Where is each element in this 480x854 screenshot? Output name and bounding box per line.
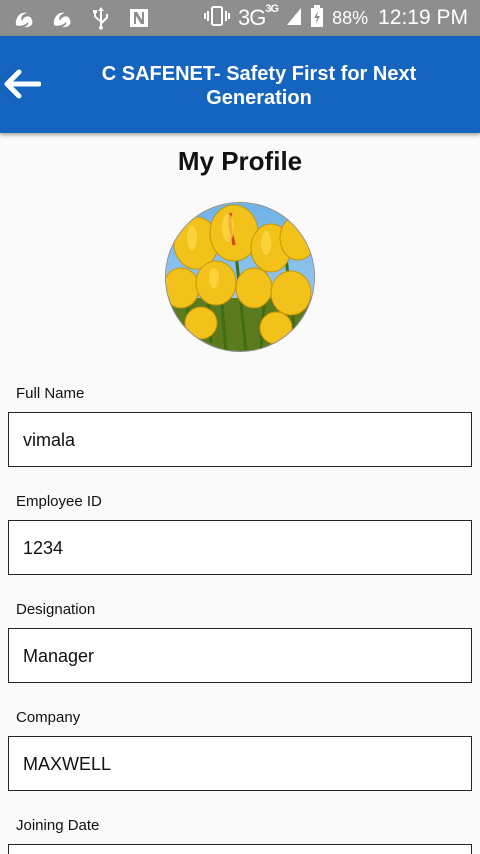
app-bar: C SAFENET- Safety First for Next Generat…: [0, 36, 480, 133]
tulips-photo: [166, 203, 314, 351]
usb-icon: [88, 6, 114, 30]
back-button[interactable]: [0, 64, 44, 108]
arrow-left-icon: [3, 69, 42, 104]
vibrate-icon: [204, 5, 231, 32]
employee-id-value: 1234: [23, 538, 64, 558]
signal-icon: [286, 6, 302, 31]
full-name-field[interactable]: vimala: [8, 412, 472, 467]
uc-browser-icon: [12, 6, 38, 30]
joining-date-label: Joining Date: [16, 817, 100, 834]
notification-icons: [12, 6, 152, 30]
company-value: MAXWELL: [23, 754, 112, 774]
app-title: C SAFENET- Safety First for Next Generat…: [101, 63, 417, 109]
status-bar: 3G3G 88% 12:19 PM: [0, 0, 480, 36]
uc-browser-icon-2: [50, 6, 76, 30]
designation-value: Manager: [23, 646, 95, 666]
n-notification-icon: [126, 6, 152, 30]
battery-icon: [310, 4, 324, 33]
system-indicators: 3G3G 88% 12:19 PM: [204, 0, 468, 36]
profile-avatar[interactable]: [165, 202, 315, 352]
full-name-label: Full Name: [16, 385, 85, 402]
page-title: My Profile: [177, 146, 303, 176]
employee-id-field[interactable]: 1234: [8, 520, 472, 575]
designation-field[interactable]: Manager: [8, 628, 472, 683]
battery-percent: 88%: [332, 7, 369, 28]
employee-id-label: Employee ID: [16, 493, 102, 510]
designation-label: Designation: [16, 601, 96, 618]
company-label: Company: [16, 709, 81, 726]
clock: 12:19 PM: [378, 6, 468, 29]
network-type: 3G3G: [238, 3, 279, 30]
joining-date-field[interactable]: [8, 844, 472, 854]
full-name-value: vimala: [23, 430, 76, 450]
company-field[interactable]: MAXWELL: [8, 736, 472, 791]
